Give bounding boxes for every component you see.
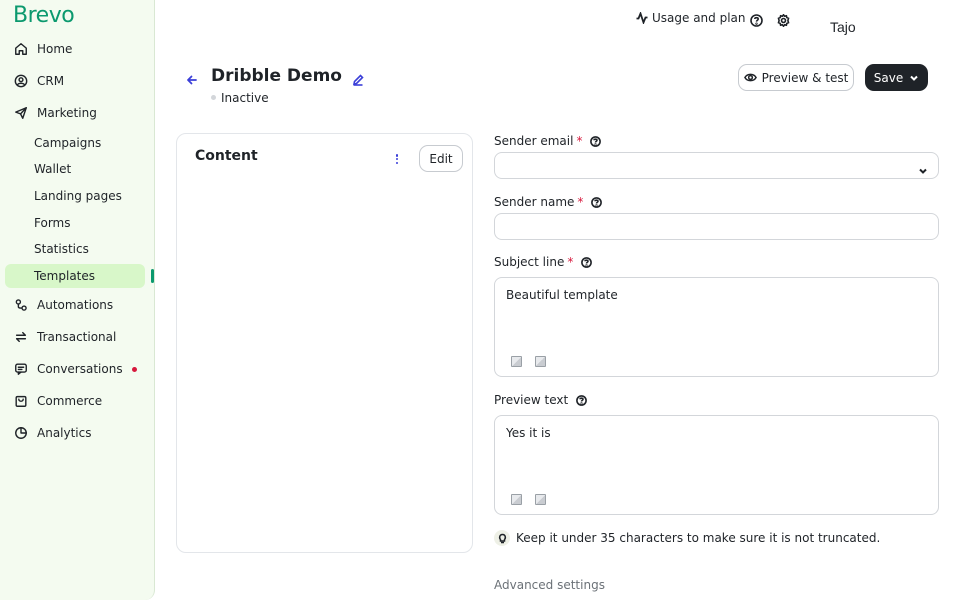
page-title: Dribble Demo	[211, 66, 342, 86]
subject-toolbar	[511, 356, 546, 367]
sidebar-sub-wallet[interactable]: Wallet	[5, 157, 145, 181]
sidebar-item-automations[interactable]: Automations	[6, 293, 146, 317]
gear-icon[interactable]	[777, 12, 790, 28]
sidebar-item-commerce[interactable]: Commerce	[6, 389, 146, 413]
sidebar-item-label: Commerce	[37, 394, 103, 408]
content-card: Content Edit	[176, 133, 473, 553]
eye-icon	[743, 73, 757, 82]
sidebar-sub-landing-pages[interactable]: Landing pages	[5, 184, 145, 208]
character-hint: Keep it under 35 characters to make sure…	[494, 530, 880, 546]
help-icon[interactable]	[581, 256, 593, 268]
app-root: Brevo Home CRM Marketing Campaigns Walle…	[0, 0, 960, 600]
sidebar-item-label: Marketing	[37, 106, 97, 120]
personalization-icon[interactable]	[511, 356, 522, 367]
preview-toolbar	[511, 494, 546, 505]
edit-content-button[interactable]: Edit	[419, 145, 463, 172]
sidebar-item-label: Automations	[37, 298, 114, 312]
send-icon	[13, 105, 29, 121]
sender-name-input[interactable]	[494, 213, 939, 240]
pie-chart-icon	[13, 425, 29, 441]
active-indicator	[151, 269, 154, 283]
sender-email-select[interactable]	[494, 152, 939, 179]
sidebar-sub-forms[interactable]: Forms	[5, 211, 145, 235]
activity-icon	[636, 12, 648, 24]
sidebar-sub-templates[interactable]: Templates	[5, 264, 145, 288]
chevron-down-icon	[910, 75, 918, 81]
chat-icon	[13, 361, 29, 377]
home-icon	[13, 41, 29, 57]
swap-icon	[13, 329, 29, 345]
content-title: Content	[195, 148, 258, 164]
sidebar-item-conversations[interactable]: Conversations	[6, 357, 146, 381]
preview-text-input[interactable]: Yes it is	[494, 415, 939, 515]
sidebar-item-crm[interactable]: CRM	[6, 69, 146, 93]
user-name[interactable]: Tajo	[830, 19, 856, 35]
lightbulb-icon	[494, 530, 510, 546]
subject-line-input[interactable]: Beautiful template	[494, 277, 939, 377]
contacts-icon	[13, 73, 29, 89]
sidebar-item-label: CRM	[37, 74, 65, 88]
save-label: Save	[873, 70, 904, 85]
sidebar: Brevo Home CRM Marketing Campaigns Walle…	[0, 0, 155, 600]
subject-line-value: Beautiful template	[506, 288, 618, 302]
sidebar-item-label: Transactional	[37, 330, 117, 344]
sidebar-item-transactional[interactable]: Transactional	[6, 325, 146, 349]
sidebar-sub-campaigns[interactable]: Campaigns	[5, 131, 145, 155]
help-icon[interactable]	[576, 394, 588, 406]
status-badge: Inactive	[221, 91, 269, 105]
preview-test-label: Preview & test	[761, 70, 849, 85]
preview-test-button[interactable]: Preview & test	[738, 64, 854, 91]
help-icon[interactable]	[590, 135, 602, 147]
usage-and-plan-link[interactable]: Usage and plan	[636, 11, 746, 25]
notification-dot	[132, 367, 137, 372]
pencil-icon[interactable]	[352, 71, 364, 86]
sidebar-sub-statistics[interactable]: Statistics	[5, 237, 145, 261]
automation-icon	[13, 297, 29, 313]
chevron-down-icon	[918, 161, 928, 174]
sender-email-value	[495, 153, 938, 165]
usage-label: Usage and plan	[652, 11, 746, 25]
sidebar-item-analytics[interactable]: Analytics	[6, 421, 146, 445]
more-options-icon[interactable]	[393, 152, 401, 166]
sidebar-item-label: Home	[37, 42, 73, 56]
advanced-settings-toggle[interactable]: Advanced settings	[494, 578, 605, 592]
emoji-icon[interactable]	[535, 494, 546, 505]
sidebar-item-label: Analytics	[37, 426, 92, 440]
bag-icon	[13, 393, 29, 409]
sidebar-item-label: Conversations	[37, 362, 123, 376]
sender-name-value	[495, 214, 938, 226]
status-dot	[211, 95, 216, 100]
help-icon[interactable]	[750, 12, 763, 27]
back-arrow-icon[interactable]	[186, 71, 198, 85]
sender-name-label: Sender name *	[494, 195, 603, 209]
help-icon[interactable]	[591, 196, 603, 208]
sender-email-label: Sender email *	[494, 134, 602, 148]
preview-text-value: Yes it is	[506, 426, 551, 440]
brevo-logo[interactable]: Brevo	[13, 3, 75, 28]
sidebar-item-marketing[interactable]: Marketing	[6, 101, 146, 125]
subject-line-label: Subject line *	[494, 255, 593, 269]
personalization-icon[interactable]	[511, 494, 522, 505]
preview-text-label: Preview text	[494, 393, 588, 407]
emoji-icon[interactable]	[535, 356, 546, 367]
save-button[interactable]: Save	[865, 64, 928, 91]
sidebar-item-home[interactable]: Home	[6, 37, 146, 61]
